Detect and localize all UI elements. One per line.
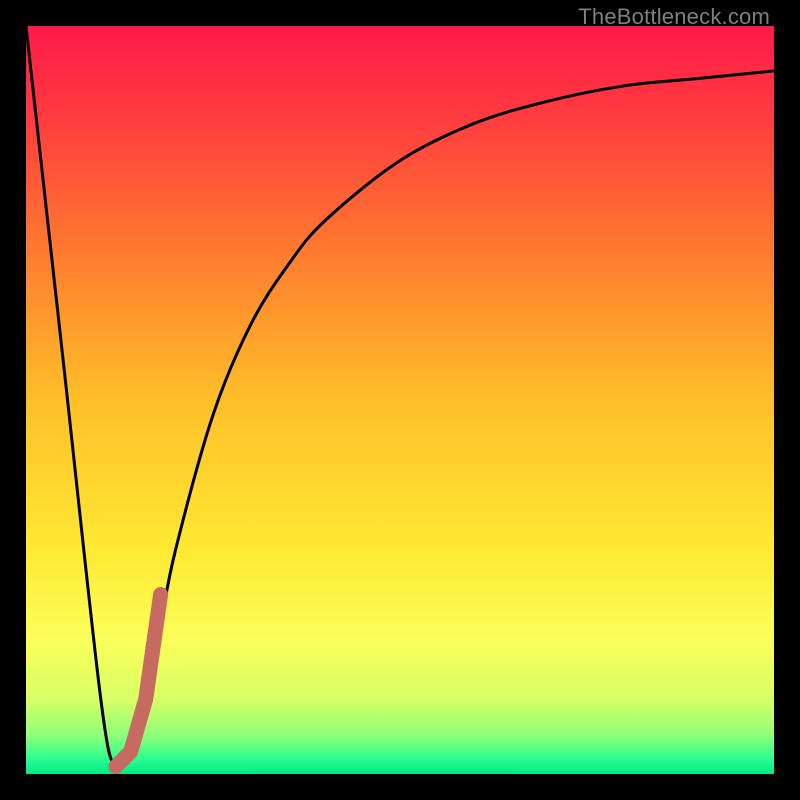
curve-layer <box>26 26 774 774</box>
highlight-segment <box>116 595 161 767</box>
outer-frame: TheBottleneck.com <box>0 0 800 800</box>
plot-area <box>26 26 774 774</box>
bottleneck-curve <box>26 26 774 769</box>
